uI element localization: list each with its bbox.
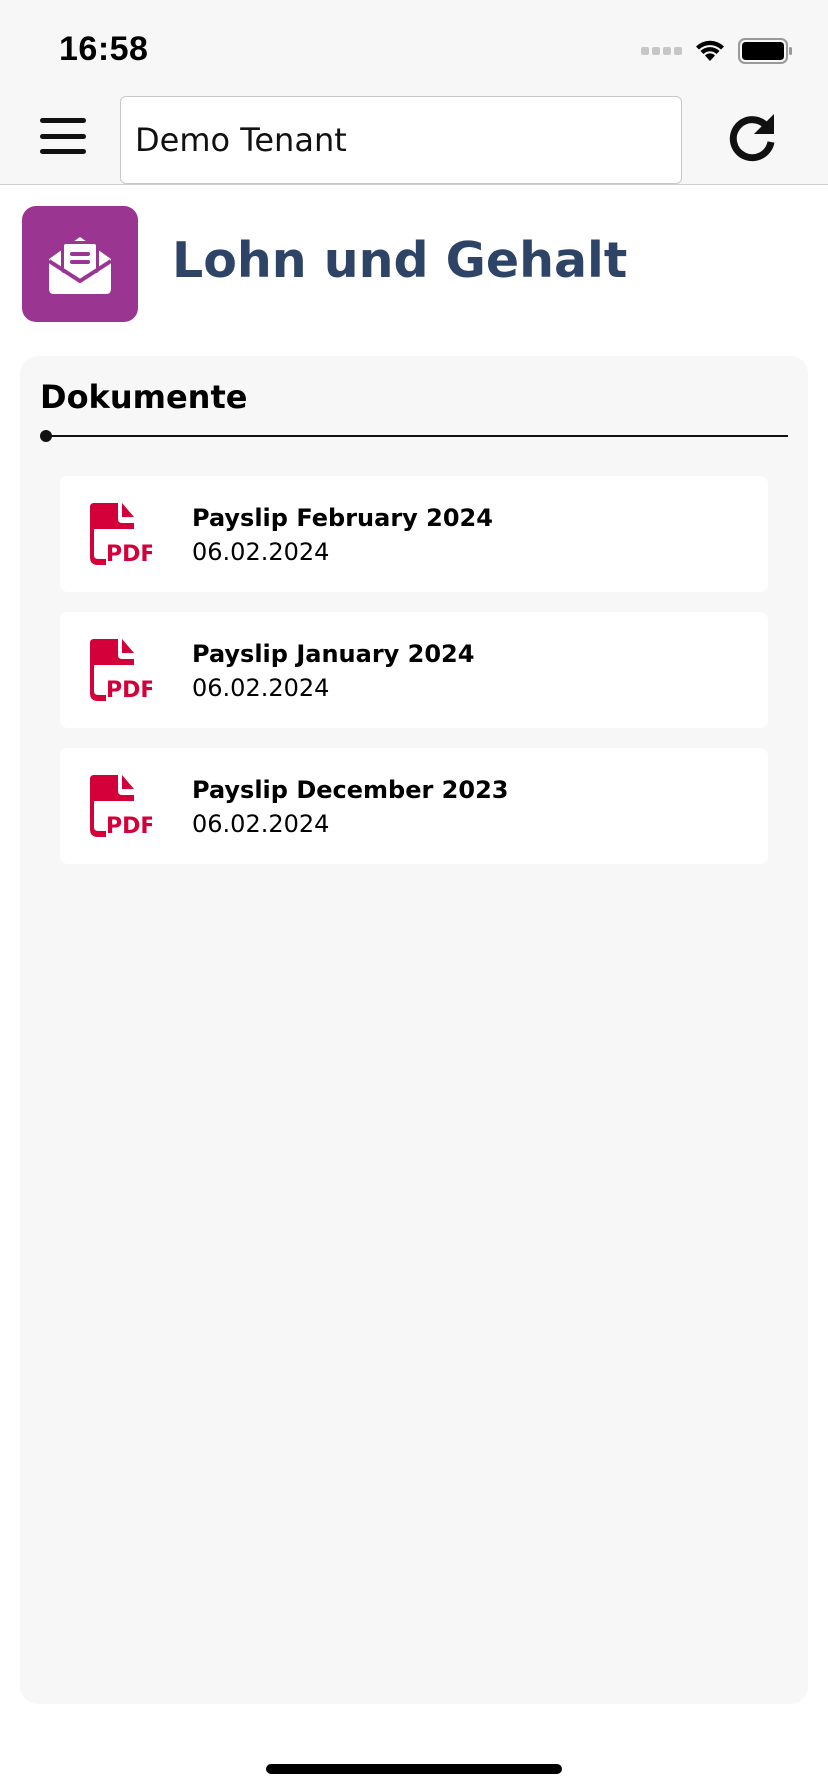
document-date: 06.02.2024 xyxy=(192,810,330,838)
documents-card: Dokumente PDF Payslip February 2024 06.0… xyxy=(20,356,808,1704)
document-list: PDF Payslip February 2024 06.02.2024 PDF… xyxy=(60,476,768,884)
status-icons xyxy=(641,36,794,66)
app-tile xyxy=(22,206,138,322)
status-time: 16:58 xyxy=(59,30,149,68)
status-bar: 16:58 xyxy=(0,0,828,88)
cellular-signal-icon xyxy=(641,47,682,55)
pdf-file-icon: PDF xyxy=(90,503,152,565)
menu-button[interactable] xyxy=(40,118,86,154)
document-date: 06.02.2024 xyxy=(192,538,330,566)
tenant-value: Demo Tenant xyxy=(135,121,347,159)
wifi-icon xyxy=(696,40,724,61)
open-envelope-icon xyxy=(47,237,113,294)
document-title: Payslip December 2023 xyxy=(192,776,509,804)
svg-text:PDF: PDF xyxy=(106,814,152,837)
documents-heading: Dokumente xyxy=(40,378,248,416)
svg-text:PDF: PDF xyxy=(106,542,152,565)
tenant-selector[interactable]: Demo Tenant xyxy=(120,96,682,184)
document-item-february-2024[interactable]: PDF Payslip February 2024 06.02.2024 xyxy=(60,476,768,592)
heading-rule xyxy=(46,435,788,437)
document-title: Payslip February 2024 xyxy=(192,504,493,532)
svg-text:PDF: PDF xyxy=(106,678,152,701)
battery-icon xyxy=(738,38,792,64)
refresh-icon xyxy=(729,114,775,162)
page-title: Lohn und Gehalt xyxy=(172,232,628,289)
app-header: Demo Tenant xyxy=(0,88,828,185)
refresh-button[interactable] xyxy=(724,110,780,166)
document-date: 06.02.2024 xyxy=(192,674,330,702)
document-item-december-2023[interactable]: PDF Payslip December 2023 06.02.2024 xyxy=(60,748,768,864)
home-indicator[interactable] xyxy=(266,1764,562,1774)
document-item-january-2024[interactable]: PDF Payslip January 2024 06.02.2024 xyxy=(60,612,768,728)
pdf-file-icon: PDF xyxy=(90,775,152,837)
document-title: Payslip January 2024 xyxy=(192,640,475,668)
screen: 16:58 Demo Tenant Lohn und Gehalt Dokume… xyxy=(0,0,828,1792)
pdf-file-icon: PDF xyxy=(90,639,152,701)
